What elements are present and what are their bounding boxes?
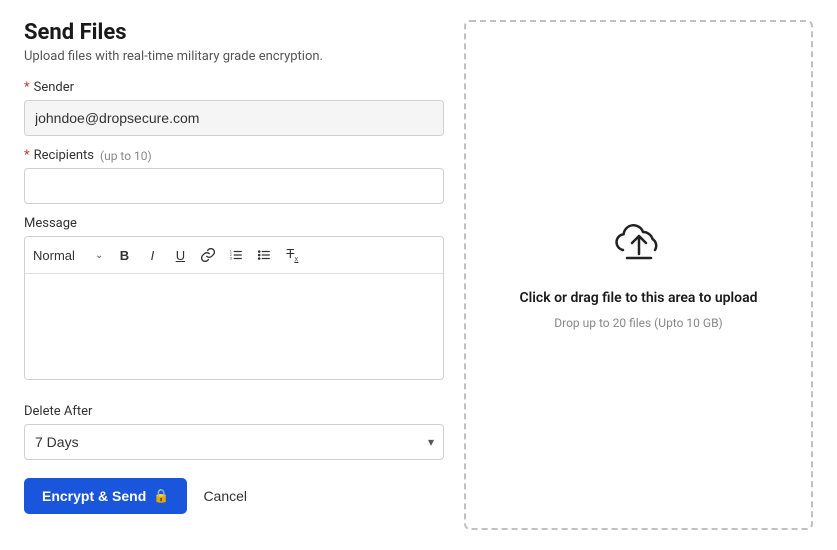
editor-toolbar: Normal Heading 1 Heading 2 ⌄ B I U [25, 237, 443, 274]
message-editor-body[interactable] [25, 274, 443, 379]
recipients-label-text: Recipients [34, 148, 94, 163]
format-select-wrapper[interactable]: Normal Heading 1 Heading 2 ⌄ [33, 248, 103, 263]
upload-main-text: Click or drag file to this area to uploa… [520, 290, 758, 306]
page-title: Send Files [24, 20, 444, 45]
italic-button[interactable]: I [139, 242, 165, 268]
recipients-field-group: * Recipients (up to 10) [24, 148, 444, 204]
format-select-chevron: ⌄ [95, 250, 103, 261]
delete-after-select-wrapper: 1 Day 3 Days 7 Days 14 Days 30 Days Neve… [24, 424, 444, 460]
clear-format-label: Tx [286, 246, 298, 264]
message-editor-container: Normal Heading 1 Heading 2 ⌄ B I U [24, 236, 444, 380]
delete-after-select[interactable]: 1 Day 3 Days 7 Days 14 Days 30 Days Neve… [24, 424, 444, 460]
sender-input[interactable] [24, 100, 444, 136]
clear-format-button[interactable]: Tx [279, 242, 305, 268]
recipients-hint-text: (up to 10) [100, 149, 152, 163]
sender-label-text: Sender [34, 80, 74, 95]
encrypt-send-button[interactable]: Encrypt & Send 🔒 [24, 478, 187, 514]
sender-label: * Sender [24, 80, 444, 95]
message-label: Message [24, 216, 444, 231]
recipients-label: * Recipients (up to 10) [24, 148, 444, 163]
link-icon [201, 248, 215, 262]
bold-button[interactable]: B [111, 242, 137, 268]
message-field-group: Message Normal Heading 1 Heading 2 ⌄ B I… [24, 216, 444, 380]
upload-sub-text: Drop up to 20 files (Upto 10 GB) [554, 316, 722, 330]
svg-text:3: 3 [230, 256, 232, 260]
delete-after-label: Delete After [24, 404, 444, 419]
bottom-actions: Encrypt & Send 🔒 Cancel [24, 478, 444, 514]
delete-after-group: Delete After 1 Day 3 Days 7 Days 14 Days… [24, 404, 444, 460]
cancel-button[interactable]: Cancel [203, 488, 247, 504]
left-panel: Send Files Upload files with real-time m… [24, 20, 444, 530]
upload-cloud-icon [613, 220, 665, 272]
encrypt-send-label: Encrypt & Send [42, 488, 146, 504]
underline-button[interactable]: U [167, 242, 193, 268]
unordered-list-icon [257, 248, 271, 262]
page-subtitle: Upload files with real-time military gra… [24, 49, 444, 64]
upload-icon-wrap [613, 220, 665, 276]
lock-icon: 🔒 [153, 488, 169, 504]
unordered-list-button[interactable] [251, 242, 277, 268]
ordered-list-button[interactable]: 1 2 3 [223, 242, 249, 268]
upload-area[interactable]: Click or drag file to this area to uploa… [464, 20, 813, 530]
link-button[interactable] [195, 242, 221, 268]
recipients-input[interactable] [24, 168, 444, 204]
sender-required-marker: * [24, 80, 30, 95]
recipients-required-marker: * [24, 148, 30, 163]
format-select[interactable]: Normal Heading 1 Heading 2 [33, 248, 93, 263]
sender-field-group: * Sender [24, 80, 444, 136]
ordered-list-icon: 1 2 3 [229, 248, 243, 262]
